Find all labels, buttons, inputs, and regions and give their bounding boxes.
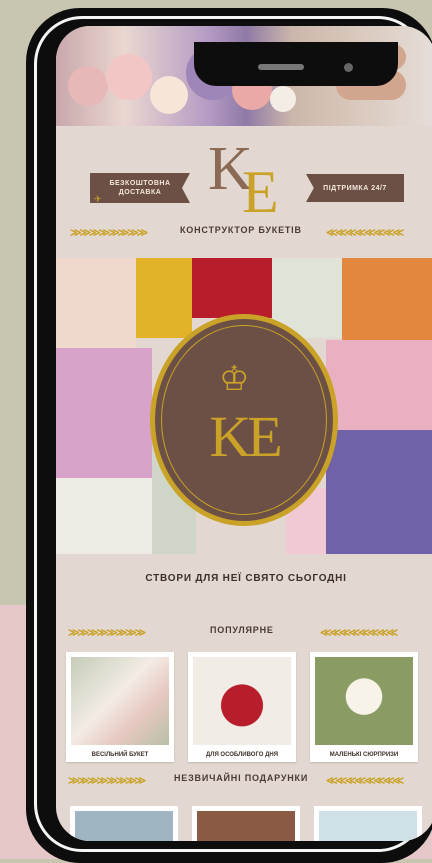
camera-icon: [344, 63, 353, 72]
arrow-decoration-right: ≪≪≪≪≪≪≪≪: [326, 775, 404, 784]
unusual-gifts-title: НЕЗВИЧАЙНІ ПОДАРУНКИ: [174, 773, 309, 783]
product-card-special-day[interactable]: ДЛЯ ОСОБЛИВОГО ДНЯ: [188, 652, 296, 762]
red-rose-tile: [192, 258, 272, 318]
product-label: ВЕСІЛЬНИЙ БУКЕТ: [91, 752, 149, 758]
sunflower-tile: [136, 258, 192, 338]
bouquet-builder-title[interactable]: КОНСТРУКТОР БУКЕТІВ: [180, 225, 302, 235]
popular-title: ПОПУЛЯРНЕ: [210, 625, 274, 635]
peony-tile: [326, 340, 432, 430]
brand-medallion: ♔ KE: [150, 314, 338, 526]
arrow-decoration-right: ≪≪≪≪≪≪≪≪: [320, 627, 398, 636]
product-label: ДЛЯ ОСОБЛИВОГО ДНЯ: [205, 752, 279, 758]
flower-collage: ♔ KE: [56, 258, 432, 554]
arrow-decoration-right: ≪≪≪≪≪≪≪≪: [326, 227, 404, 236]
support-ribbon: ПІДТРИМКА 24/7: [306, 174, 404, 202]
gift-card[interactable]: [314, 806, 422, 841]
aster-tile: [56, 348, 152, 478]
product-card-small-surprises[interactable]: МАЛЕНЬКІ СЮРПРИЗИ: [310, 652, 418, 762]
support-label: ПІДТРИМКА 24/7: [323, 184, 387, 192]
gift-image: [197, 811, 295, 841]
airplane-icon: ✈: [94, 194, 102, 204]
product-card-wedding[interactable]: ВЕСІЛЬНИЙ БУКЕТ: [66, 652, 174, 762]
crown-icon: ♔: [219, 360, 250, 398]
phone-screen: БЕЗКОШТОВНА ДОСТАВКА ✈ K E ПІДТРИМКА 24/…: [56, 26, 432, 841]
cta-heading: СТВОРИ ДЛЯ НЕЇ СВЯТО СЬОГОДНІ: [145, 573, 347, 584]
gift-card[interactable]: [192, 806, 300, 841]
gift-image: [75, 811, 173, 841]
product-label: МАЛЕНЬКІ СЮРПРИЗИ: [329, 752, 399, 758]
daisies-image: [315, 657, 413, 745]
medallion-monogram: KE: [209, 404, 282, 469]
arrow-decoration-left: ≫≫≫≫≫≫≫≫: [68, 627, 146, 636]
wedding-bouquet-image: [71, 657, 169, 745]
orchid-tile: [56, 258, 136, 348]
arrow-decoration-left: ≫≫≫≫≫≫≫≫: [68, 775, 146, 784]
red-roses-image: [193, 657, 291, 745]
iris-tile: [326, 430, 432, 554]
gift-card[interactable]: [70, 806, 178, 841]
arrow-decoration-left: ≫≫≫≫≫≫≫≫: [70, 227, 148, 236]
phone-notch: [194, 42, 398, 86]
tulip-tile: [342, 258, 432, 340]
free-delivery-label: БЕЗКОШТОВНА ДОСТАВКА: [109, 180, 171, 196]
free-delivery-ribbon: БЕЗКОШТОВНА ДОСТАВКА: [90, 173, 190, 203]
speaker-icon: [258, 64, 304, 70]
logo-letter-e: E: [242, 159, 279, 225]
gift-image: [319, 811, 417, 841]
